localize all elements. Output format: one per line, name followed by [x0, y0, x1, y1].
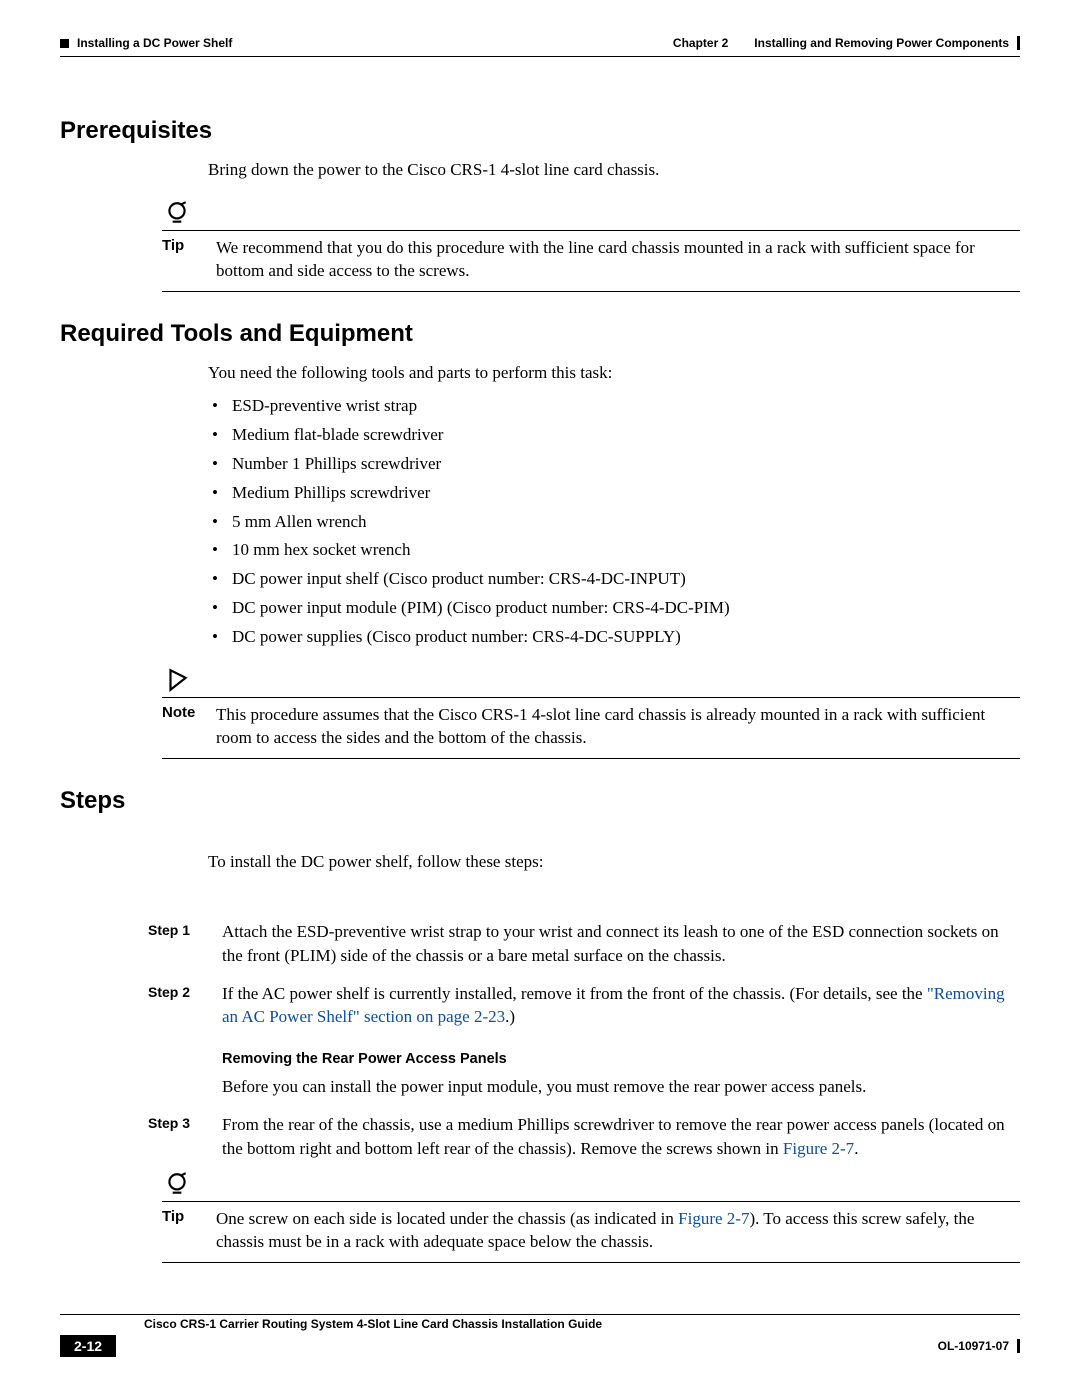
step-row: Step 1 Attach the ESD-preventive wrist s… — [148, 920, 1020, 968]
list-item: Number 1 Phillips screwdriver — [208, 453, 1020, 476]
step-1-text: Attach the ESD-preventive wrist strap to… — [222, 920, 1020, 968]
step-2-text: If the AC power shelf is currently insta… — [222, 982, 1020, 1100]
steps-heading: Steps — [60, 787, 1020, 815]
prerequisites-body: Bring down the power to the Cisco CRS-1 … — [208, 159, 1020, 182]
header-right: Chapter 2 Installing and Removing Power … — [673, 36, 1020, 50]
note-text: This procedure assumes that the Cisco CR… — [216, 704, 1020, 750]
steps-intro: To install the DC power shelf, follow th… — [208, 851, 1020, 874]
list-item: 5 mm Allen wrench — [208, 511, 1020, 534]
header-left: Installing a DC Power Shelf — [60, 36, 232, 50]
tip-2-label: Tip — [162, 1208, 198, 1225]
subsection-body: Before you can install the power input m… — [222, 1075, 1020, 1099]
prerequisites-heading: Prerequisites — [60, 117, 1020, 145]
link-figure-2-7-b[interactable]: Figure 2-7 — [678, 1209, 749, 1228]
tip-callout-2: Tip One screw on each side is located un… — [162, 1171, 1020, 1263]
list-item: DC power input module (PIM) (Cisco produ… — [208, 597, 1020, 620]
tools-heading: Required Tools and Equipment — [60, 320, 1020, 348]
step-1-label: Step 1 — [148, 920, 202, 968]
step-row: Step 2 If the AC power shelf is currentl… — [148, 982, 1020, 1100]
header-rule — [60, 56, 1020, 57]
header-section-title: Installing a DC Power Shelf — [77, 36, 232, 50]
step-3-text-a: From the rear of the chassis, use a medi… — [222, 1115, 1005, 1158]
step-2-text-a: If the AC power shelf is currently insta… — [222, 984, 927, 1003]
list-item: DC power supplies (Cisco product number:… — [208, 626, 1020, 649]
header-chapter-label: Chapter 2 — [673, 36, 728, 50]
bar-marker-icon — [1017, 1339, 1020, 1353]
list-item: Medium Phillips screwdriver — [208, 482, 1020, 505]
note-icon — [162, 667, 192, 693]
step-row: Step 3 From the rear of the chassis, use… — [148, 1113, 1020, 1161]
tip-2-text: One screw on each side is located under … — [216, 1208, 1020, 1254]
tip-2-text-a: One screw on each side is located under … — [216, 1209, 678, 1228]
header-chapter-title: Installing and Removing Power Components — [754, 36, 1009, 50]
list-item: Medium flat-blade screwdriver — [208, 424, 1020, 447]
tools-intro: You need the following tools and parts t… — [208, 362, 1020, 385]
subsection-heading: Removing the Rear Power Access Panels — [222, 1049, 1020, 1069]
list-item: ESD-preventive wrist strap — [208, 395, 1020, 418]
step-3-text: From the rear of the chassis, use a medi… — [222, 1113, 1020, 1161]
page-number-badge: 2-12 — [60, 1335, 116, 1357]
tip-label: Tip — [162, 237, 198, 254]
tip-icon — [162, 1171, 192, 1197]
tip-text: We recommend that you do this procedure … — [216, 237, 1020, 283]
note-callout: Note This procedure assumes that the Cis… — [162, 667, 1020, 759]
step-2-text-b: .) — [505, 1007, 515, 1026]
page-footer: Cisco CRS-1 Carrier Routing System 4-Slo… — [60, 1314, 1020, 1357]
list-item: 10 mm hex socket wrench — [208, 539, 1020, 562]
step-3-label: Step 3 — [148, 1113, 202, 1161]
tools-list: ESD-preventive wrist strap Medium flat-b… — [208, 395, 1020, 649]
tip-callout: Tip We recommend that you do this proced… — [162, 200, 1020, 292]
square-marker-icon — [60, 39, 69, 48]
footer-guide-title: Cisco CRS-1 Carrier Routing System 4-Slo… — [60, 1315, 1020, 1331]
doc-id-text: OL-10971-07 — [938, 1339, 1009, 1353]
bar-marker-icon — [1017, 36, 1020, 50]
note-label: Note — [162, 704, 198, 721]
step-2-label: Step 2 — [148, 982, 202, 1100]
link-figure-2-7[interactable]: Figure 2-7 — [783, 1139, 854, 1158]
page-header: Installing a DC Power Shelf Chapter 2 In… — [60, 36, 1020, 50]
list-item: DC power input shelf (Cisco product numb… — [208, 568, 1020, 591]
tip-icon — [162, 200, 192, 226]
doc-id: OL-10971-07 — [938, 1339, 1020, 1353]
step-3-text-b: . — [854, 1139, 858, 1158]
